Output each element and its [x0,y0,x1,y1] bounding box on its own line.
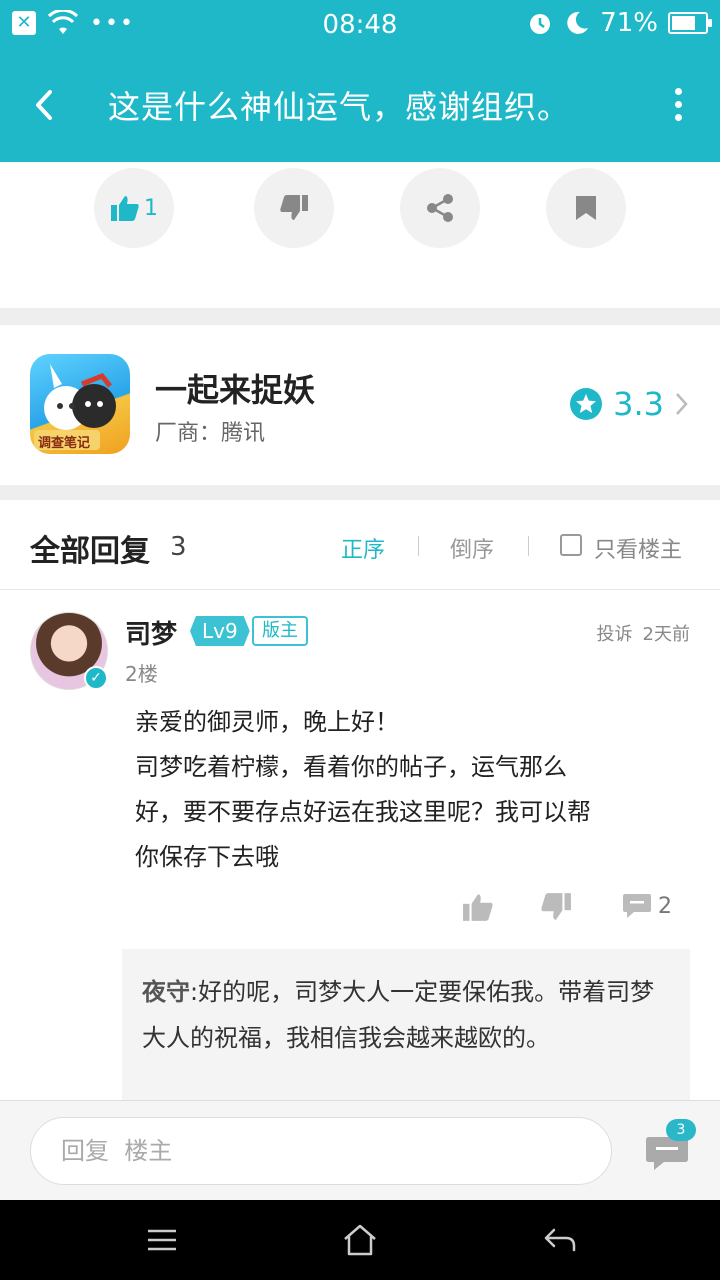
like-button[interactable]: 1 [94,168,174,248]
thumbs-down-icon [280,195,308,220]
share-icon [427,194,453,222]
comment-icon [623,894,651,918]
back-nav-icon[interactable] [540,1220,580,1260]
back-button[interactable] [20,80,70,130]
reply-title: 全部回复 [30,534,150,569]
game-vendor: 厂商：腾讯 [155,421,266,446]
moon-icon [567,11,589,34]
reply-section: 全部回复 3 正序 倒序 只看楼主 ✓ 司梦 Lv9 版主 2楼 投诉 2天前 亲… [0,500,720,1109]
sub-reply-author[interactable]: 夜守 [142,978,190,1006]
thumbs-up-icon [111,196,139,221]
game-name: 一起来捉妖 [155,371,316,409]
post-time: 2天前 [642,624,690,645]
sub-reply[interactable]: 夜守:好的呢，司梦大人一定要保佑我。带着司梦大人的祝福，我相信我会越来越欧的。 [122,949,690,1109]
divider [528,536,529,556]
reply-header: 全部回复 3 正序 倒序 只看楼主 [0,500,720,590]
verified-icon: ✓ [84,666,108,690]
game-icon-caption: 调查笔记 [38,436,91,451]
dislike-button[interactable] [254,168,334,248]
report-link[interactable]: 投诉 [597,624,633,645]
rating-score: 3.3 [613,385,664,423]
game-icon: 调查笔记 [30,354,130,454]
username[interactable]: 司梦 [125,614,177,651]
post-body: 亲爱的御灵师，晚上好！ 司梦吃着柠檬，看着你的帖子，运气那么 好，要不要存点好运… [135,708,591,871]
sub-reply-text: :好的呢，司梦大人一定要保佑我。带着司梦大人的祝福，我相信我会越来越欧的。 [142,978,655,1052]
bookmark-button[interactable] [546,168,626,248]
star-icon [570,388,603,420]
reply-like-button[interactable] [462,892,494,922]
post-meta: 投诉 2天前 [587,620,690,646]
game-rating: 3.3 [569,385,690,423]
only-op-label[interactable]: 只看楼主 [594,532,682,564]
comment-count: 2 [658,893,672,919]
comments-badge: 3 [666,1119,696,1141]
system-navigation [0,1200,720,1280]
chevron-right-icon [676,393,688,415]
menu-icon[interactable] [142,1220,182,1260]
page-title: 这是什么神仙运气，感谢组织。 [108,88,571,126]
floor-number: 2楼 [125,662,158,686]
like-count: 1 [144,195,158,221]
alarm-icon [530,14,551,34]
reply-comment-button[interactable]: 2 [622,892,672,920]
sort-asc-button[interactable]: 正序 [341,532,385,564]
reply-input-bar: 3 [0,1100,720,1200]
bookmark-icon [576,196,596,220]
reply-count: 3 [170,532,187,562]
reply-input[interactable] [30,1117,612,1185]
more-options-button[interactable] [670,88,686,128]
sort-desc-button[interactable]: 倒序 [450,532,494,564]
battery-percent: 71% [600,8,658,38]
battery-icon [668,12,712,34]
post-actions: 1 [0,162,720,308]
status-bar: ✕ ••• 08:48 71% [0,0,720,52]
only-op-checkbox[interactable] [560,534,582,556]
game-card[interactable]: 调查笔记 一起来捉妖 厂商：腾讯 3.3 [0,325,720,485]
reply-dislike-button[interactable] [540,892,572,922]
reply-actions: 2 [0,892,720,932]
divider [418,536,419,556]
home-icon[interactable] [340,1220,380,1260]
thumbs-down-icon [541,893,571,920]
level-badge: Lv9 [190,616,250,646]
share-button[interactable] [400,168,480,248]
app-header: ✕ ••• 08:48 71% 这是什么神仙运气，感谢组织。 [0,0,720,162]
thumbs-up-icon [463,894,493,921]
moderator-badge: 版主 [252,616,308,646]
